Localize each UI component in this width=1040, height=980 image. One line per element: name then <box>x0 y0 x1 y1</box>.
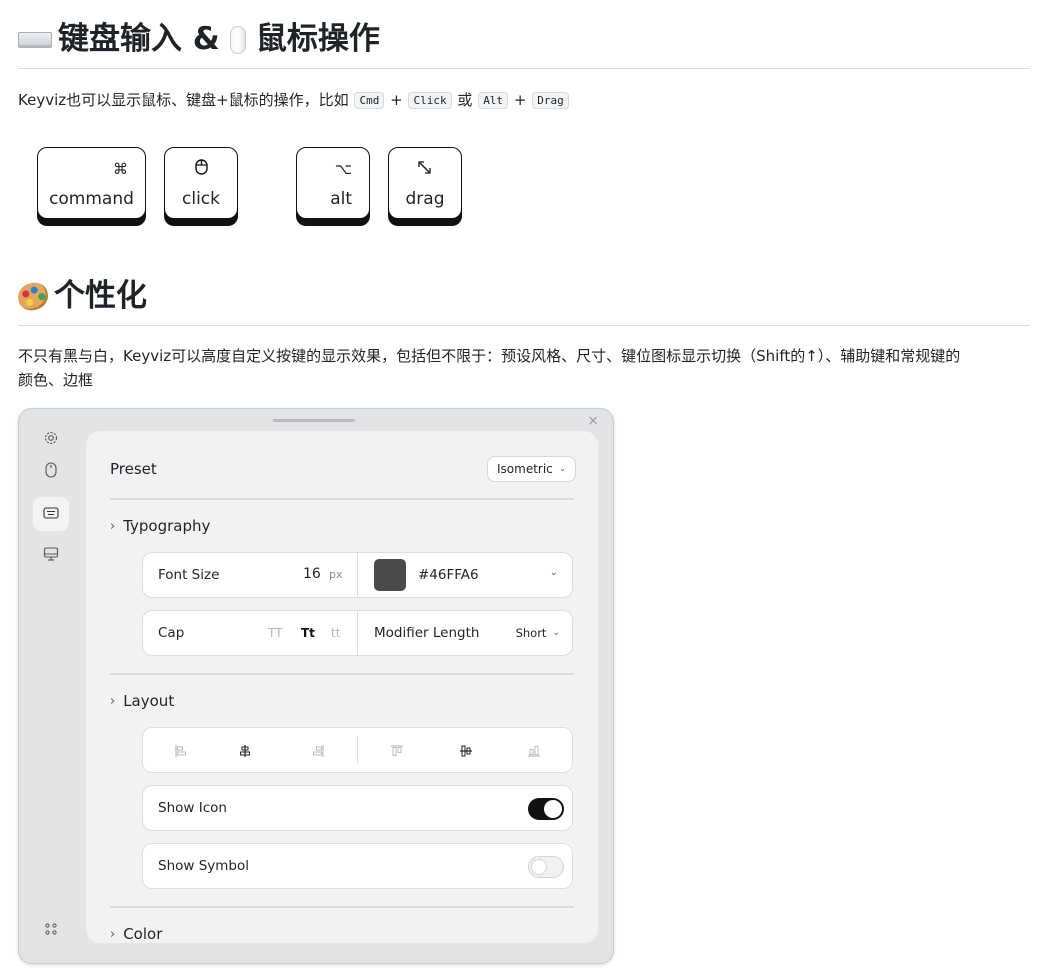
drag-arrows-icon <box>417 160 432 179</box>
modifier-length-value: Short <box>515 626 547 640</box>
key-drag: drag <box>388 147 462 219</box>
divider <box>110 906 574 908</box>
divider <box>357 736 358 764</box>
section-title-part2: 鼠标操作 <box>255 21 380 57</box>
typography-section-header[interactable]: › Typography <box>110 517 210 535</box>
monitor-icon <box>43 546 59 566</box>
modifier-length-dropdown[interactable]: Short ⌄ <box>516 626 560 640</box>
preset-value: Isometric <box>497 462 553 476</box>
align-bottom-icon[interactable] <box>527 743 541 762</box>
show-icon-row: Show Icon <box>142 785 573 831</box>
font-size-row: Font Size 16 px #46FFA6 ⌄ <box>142 552 573 598</box>
preset-label: Preset <box>110 460 157 478</box>
sidebar-item-general[interactable] <box>33 423 69 457</box>
divider <box>110 673 574 675</box>
divider <box>110 498 574 500</box>
color-swatch[interactable] <box>374 559 406 591</box>
show-symbol-toggle[interactable] <box>528 856 564 878</box>
key-click: click <box>164 147 238 219</box>
color-section-header[interactable]: › Color <box>110 925 162 943</box>
align-top-icon[interactable] <box>390 743 404 762</box>
show-icon-toggle[interactable] <box>528 798 564 820</box>
font-size-label: Font Size <box>158 567 220 583</box>
description-line2: 颜色、边框 <box>18 371 94 389</box>
close-icon[interactable]: × <box>587 413 599 429</box>
code-alt: Alt <box>478 92 509 109</box>
alignment-row <box>142 727 573 773</box>
description-line1: 不只有黑与白，Keyviz可以高度自定义按键的显示效果，包括但不限于：预设风格、… <box>18 347 961 365</box>
description-text: Keyviz也可以显示鼠标、键盘+鼠标的操作，比如 <box>18 91 349 109</box>
cap-option-title[interactable]: Tt <box>301 626 315 640</box>
window-drag-handle[interactable] <box>273 419 355 422</box>
gear-icon <box>43 430 59 450</box>
chevron-down-icon: ⌄ <box>552 628 560 638</box>
cap-row: Cap TT Tt tt Modifier Length Short ⌄ <box>142 610 573 656</box>
chevron-right-icon: › <box>110 926 116 942</box>
sidebar-item-mouse[interactable] <box>33 455 69 489</box>
section1-description: Keyviz也可以显示鼠标、键盘+鼠标的操作，比如 Cmd + Click 或 … <box>18 88 570 114</box>
mouse-icon <box>45 462 57 482</box>
cap-option-lower[interactable]: tt <box>331 626 340 640</box>
key-visual-demo: ⌘ command click ⌥ alt drag <box>18 147 518 227</box>
chevron-down-icon[interactable]: ⌄ <box>550 567 558 578</box>
chevron-down-icon: ⌄ <box>558 464 567 474</box>
key-label: drag <box>405 189 445 209</box>
keyboard-emoji-icon <box>18 31 52 48</box>
divider <box>357 611 358 655</box>
section-heading-input: 键盘输入 & 鼠标操作 <box>18 24 1030 69</box>
code-click: Click <box>408 92 452 109</box>
plus-text: + <box>513 91 527 109</box>
dots-grid-icon <box>44 921 58 940</box>
font-size-input[interactable]: 16 <box>303 566 321 582</box>
chevron-right-icon: › <box>110 518 116 534</box>
sidebar-item-display[interactable] <box>33 539 69 573</box>
typography-label: Typography <box>123 517 211 535</box>
section-title-part1: 键盘输入 & <box>58 21 220 57</box>
plus-text: + <box>390 91 403 109</box>
preset-dropdown[interactable]: Isometric ⌄ <box>487 456 577 482</box>
divider <box>357 553 358 597</box>
key-label: command <box>49 189 134 209</box>
key-label: alt <box>330 189 352 209</box>
align-left-icon[interactable] <box>174 743 188 762</box>
cap-option-upper[interactable]: TT <box>268 626 282 640</box>
option-symbol-icon: ⌥ <box>334 160 352 178</box>
sidebar <box>19 409 85 963</box>
keyboard-icon <box>43 505 59 524</box>
show-symbol-label: Show Symbol <box>158 858 250 874</box>
font-size-unit: px <box>329 568 343 581</box>
command-symbol-icon: ⌘ <box>113 160 128 178</box>
section-heading-personalize: 个性化 <box>15 278 1030 326</box>
chevron-right-icon: › <box>110 693 116 709</box>
layout-section-header[interactable]: › Layout <box>110 692 174 710</box>
align-middle-icon[interactable] <box>459 743 473 762</box>
key-alt: ⌥ alt <box>296 147 370 219</box>
mouse-emoji-icon <box>229 25 246 54</box>
section2-description: 不只有黑与白，Keyviz可以高度自定义按键的显示效果，包括但不限于：预设风格、… <box>18 344 1030 392</box>
or-text: 或 <box>457 91 473 109</box>
key-label: click <box>182 189 220 209</box>
palette-emoji-icon <box>15 280 51 313</box>
layout-label: Layout <box>123 692 175 710</box>
align-center-icon[interactable] <box>238 743 252 762</box>
code-cmd: Cmd <box>354 92 385 109</box>
cap-label: Cap <box>158 625 185 641</box>
show-icon-label: Show Icon <box>158 800 227 816</box>
show-symbol-row: Show Symbol <box>142 843 573 889</box>
modifier-length-label: Modifier Length <box>374 625 480 641</box>
color-hex-value: #46FFA6 <box>418 567 479 583</box>
align-right-icon[interactable] <box>311 743 325 762</box>
color-label: Color <box>123 925 163 943</box>
key-command: ⌘ command <box>37 147 146 219</box>
section-title: 个性化 <box>54 278 147 314</box>
settings-window: × Preset Isometric ⌄ › Typography Font S… <box>18 408 614 964</box>
code-drag: Drag <box>532 92 569 109</box>
settings-content: Preset Isometric ⌄ › Typography Font Siz… <box>86 431 598 943</box>
sidebar-item-keycap-style[interactable] <box>33 497 69 531</box>
mouse-symbol-icon <box>195 159 208 179</box>
sidebar-item-more[interactable] <box>33 913 69 947</box>
